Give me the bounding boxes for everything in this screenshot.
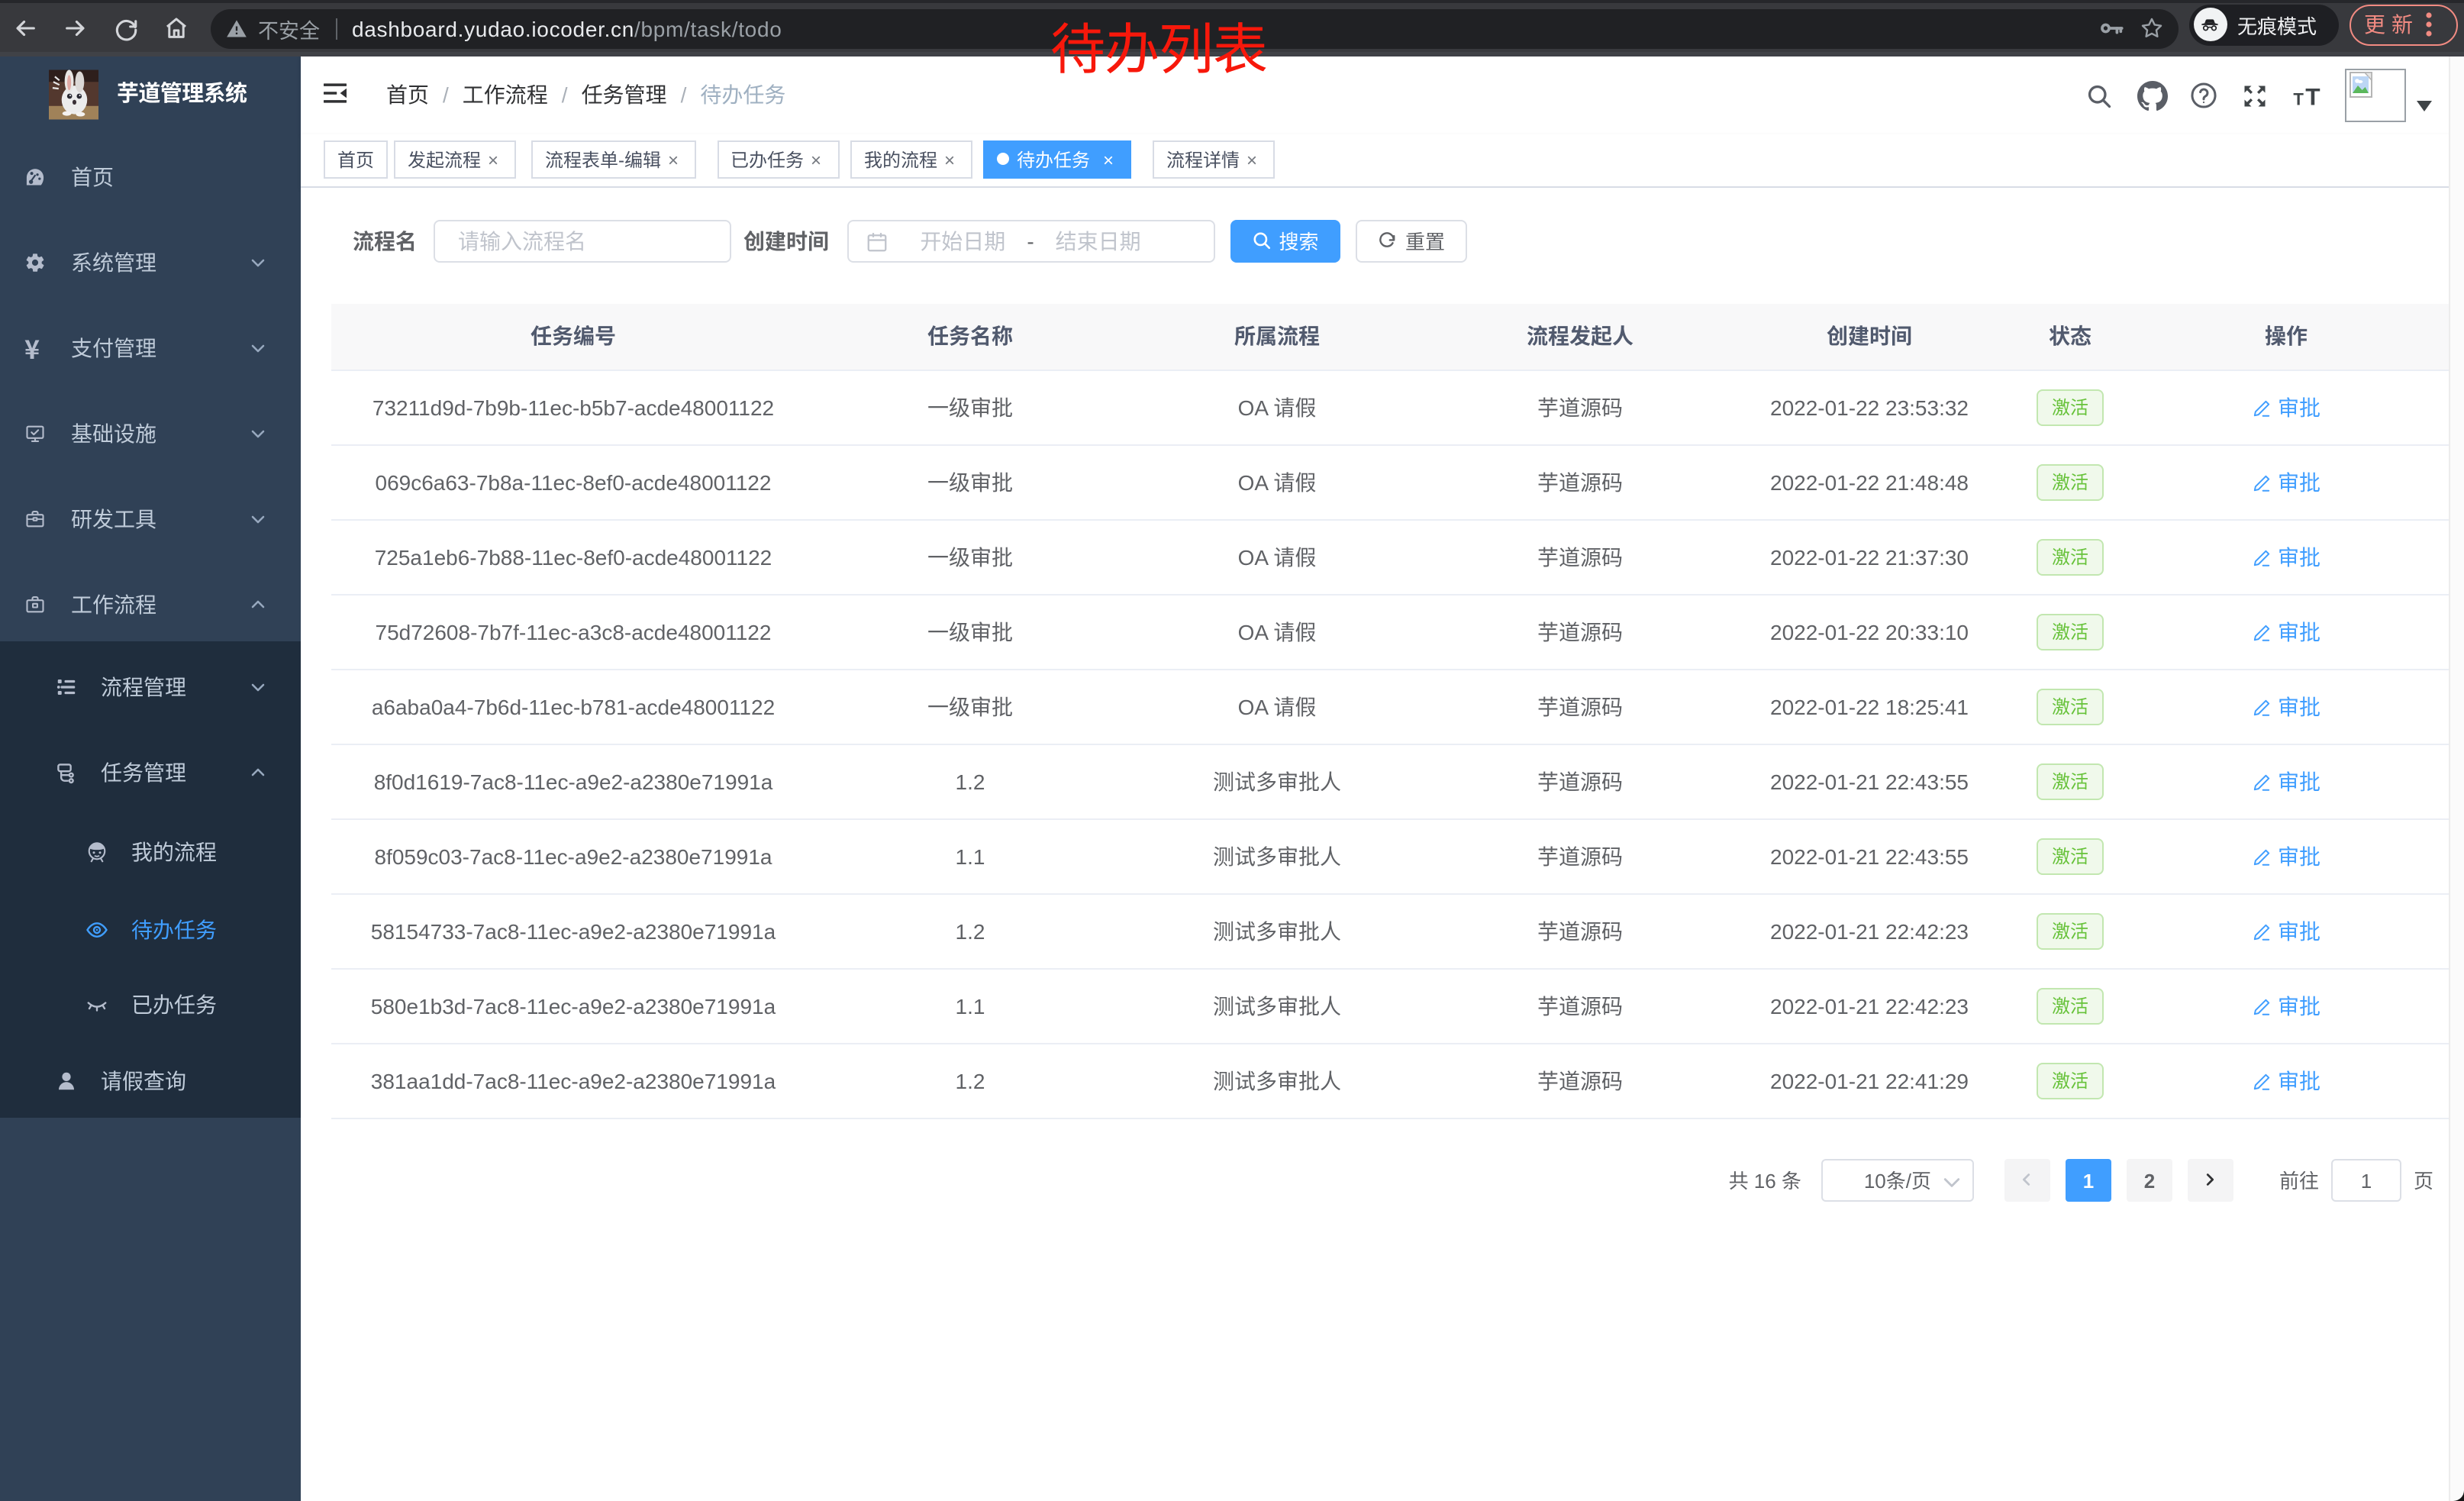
svg-text:T: T (2292, 89, 2303, 108)
svg-text:T: T (2304, 82, 2319, 109)
